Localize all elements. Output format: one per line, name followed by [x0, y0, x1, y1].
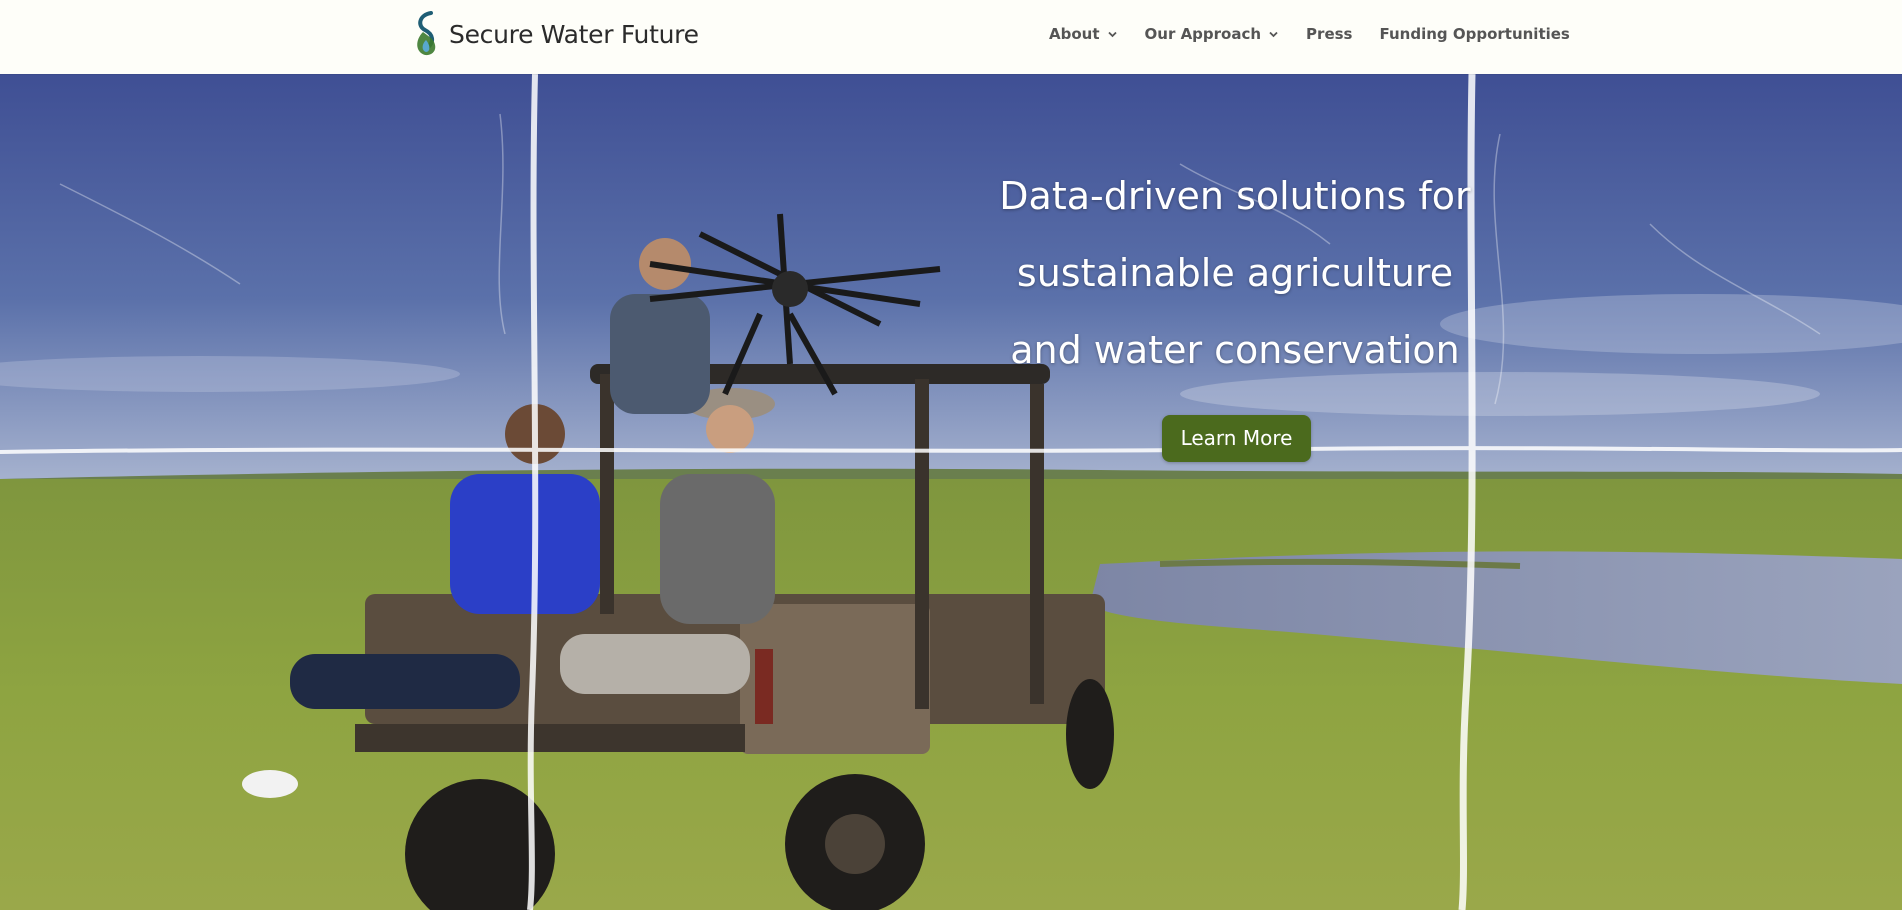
nav-item-about[interactable]: About — [1049, 25, 1118, 43]
site-logo-text: Secure Water Future — [449, 19, 699, 49]
nav-item-press[interactable]: Press — [1306, 25, 1352, 43]
chevron-down-icon — [1107, 31, 1117, 38]
nav-item-our-approach[interactable]: Our Approach — [1145, 25, 1280, 43]
water-drop-logo-icon — [417, 11, 436, 56]
hero-background-image — [0, 74, 1902, 910]
nav-item-press-label: Press — [1306, 25, 1353, 43]
nav-item-funding-opportunities-label: Funding Opportunities — [1379, 25, 1570, 43]
nav-item-our-approach-label: Our Approach — [1144, 25, 1262, 43]
page: Secure Water Future About Our Approach P… — [0, 0, 1902, 910]
learn-more-button[interactable]: Learn More — [1162, 415, 1311, 462]
hero-section: Data-driven solutions for sustainable ag… — [0, 74, 1902, 910]
nav-item-funding-opportunities[interactable]: Funding Opportunities — [1379, 25, 1569, 43]
chevron-down-icon — [1269, 31, 1278, 38]
site-logo[interactable]: Secure Water Future — [411, 10, 699, 58]
hero-headline: Data-driven solutions for sustainable ag… — [999, 174, 1471, 372]
main-nav: About Our Approach Press Funding Opportu… — [1049, 0, 1570, 68]
nav-item-about-label: About — [1049, 25, 1100, 43]
site-header: Secure Water Future About Our Approach P… — [0, 0, 1902, 74]
